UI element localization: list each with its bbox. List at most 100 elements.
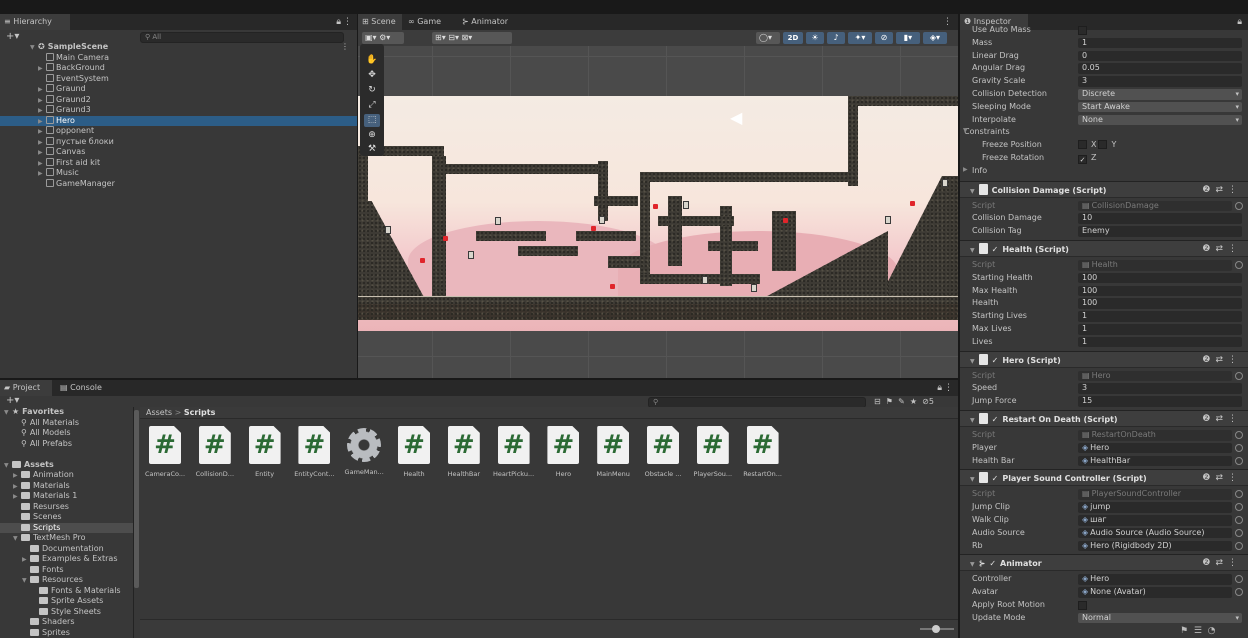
- asset-item[interactable]: # PlayerSou...: [690, 426, 736, 486]
- component-header[interactable]: ▼ ⊱ ✓ Animator ❷⇄⋮: [960, 554, 1248, 572]
- project-tree-item[interactable]: Fonts & Materials: [0, 586, 133, 597]
- tab-scene[interactable]: ⊞ Scene: [358, 14, 402, 30]
- property-field[interactable]: 100: [1078, 298, 1242, 309]
- asset-item[interactable]: # CameraCo...: [142, 426, 188, 486]
- kebab-menu-icon[interactable]: ⋮: [1228, 473, 1242, 483]
- kebab-menu-icon[interactable]: ⋮: [1228, 414, 1242, 424]
- project-tree-item[interactable]: ▼ ★ Favorites: [0, 407, 133, 418]
- asset-item[interactable]: # RestartOn...: [740, 426, 786, 486]
- kebab-menu-icon[interactable]: ⋮: [343, 14, 352, 30]
- hierarchy-item[interactable]: GameManager: [0, 178, 357, 190]
- help-icon[interactable]: ❷: [1202, 185, 1215, 195]
- property-field[interactable]: 0: [1078, 50, 1242, 62]
- kebab-menu-icon[interactable]: ⋮: [1228, 185, 1242, 195]
- property-field[interactable]: 15: [1078, 396, 1242, 407]
- asset-item[interactable]: # Obstacle ...: [640, 426, 686, 486]
- hierarchy-item[interactable]: ▶ First aid kit: [0, 157, 357, 169]
- project-tree-item[interactable]: ▶ Examples & Extras: [0, 554, 133, 565]
- asset-item[interactable]: GameMan...: [341, 426, 387, 486]
- scene-menu-icon[interactable]: ⋮: [341, 42, 349, 53]
- component-enabled-checkbox[interactable]: ✓: [992, 474, 999, 483]
- help-icon[interactable]: ❷: [1202, 355, 1215, 365]
- project-tree-item[interactable]: ▼ TextMesh Pro: [0, 533, 133, 544]
- project-tree-item[interactable]: Style Sheets: [0, 607, 133, 618]
- hidden-count-icon[interactable]: ⊘: [922, 397, 929, 406]
- tab-hierarchy[interactable]: ≡ Hierarchy: [0, 14, 70, 30]
- project-tree-item[interactable]: ▼ Assets: [0, 460, 133, 471]
- render-mode-dropdown[interactable]: ◯▾: [756, 32, 780, 44]
- filter-label-icon[interactable]: ⚑: [886, 397, 893, 406]
- collab-icon[interactable]: ⚑: [1180, 626, 1188, 636]
- object-picker-icon[interactable]: [1235, 431, 1243, 439]
- breadcrumb-scripts[interactable]: Scripts: [184, 408, 216, 417]
- foldout-arrow-icon[interactable]: ▼: [970, 417, 975, 424]
- help-icon[interactable]: ❷: [1202, 473, 1215, 483]
- freeze-position-checkbox[interactable]: [1078, 140, 1087, 150]
- property-field[interactable]: 3: [1078, 383, 1242, 394]
- object-picker-icon[interactable]: [1235, 261, 1243, 269]
- hierarchy-item[interactable]: ▼ ✪ SampleScene ⋮: [0, 42, 357, 53]
- foldout-arrow-icon[interactable]: ▼: [970, 476, 975, 483]
- progress-icon[interactable]: ☰: [1194, 626, 1202, 636]
- foldout-arrow-icon[interactable]: ▼: [970, 358, 975, 365]
- hierarchy-item[interactable]: ▶ Canvas: [0, 147, 357, 158]
- project-tree-item[interactable]: Fonts: [0, 565, 133, 576]
- tab-animator[interactable]: ⊱ Animator: [458, 14, 512, 30]
- kebab-menu-icon[interactable]: ⋮: [944, 380, 953, 396]
- object-picker-icon[interactable]: [1235, 490, 1243, 499]
- hierarchy-item[interactable]: ▶ Graund2: [0, 94, 357, 106]
- object-picker-icon[interactable]: [1235, 371, 1243, 380]
- object-picker-icon[interactable]: [1235, 516, 1243, 524]
- draw-mode-dropdown[interactable]: ▣▾ ⚙▾: [362, 32, 404, 44]
- project-tree-item[interactable]: Documentation: [0, 544, 133, 555]
- grid-snap-dropdown[interactable]: ⊞▾ ⊟▾ ⊠▾: [432, 32, 512, 44]
- property-object-field[interactable]: ◈ Audio Source (Audio Source): [1078, 527, 1232, 539]
- lighting-toggle-icon[interactable]: ☀: [806, 32, 824, 44]
- component-header[interactable]: ▼ Collision Damage (Script) ❷⇄⋮: [960, 180, 1248, 198]
- property-field[interactable]: 1: [1078, 37, 1242, 49]
- project-tree-item[interactable]: ⚲ All Models: [0, 428, 133, 439]
- expand-arrow-icon[interactable]: ▼: [963, 127, 968, 134]
- component-header[interactable]: ▼ ✓ Hero (Script) ❷⇄⋮: [960, 350, 1248, 368]
- property-field[interactable]: 3: [1078, 76, 1242, 87]
- transform-tool-icon[interactable]: ⊕: [364, 129, 380, 142]
- hierarchy-item[interactable]: Main Camera: [0, 52, 357, 64]
- tree-scrollbar[interactable]: [134, 410, 139, 588]
- component-enabled-checkbox[interactable]: ✓: [992, 356, 999, 365]
- filter-tag-icon[interactable]: ✎: [898, 397, 905, 406]
- object-picker-icon[interactable]: [1235, 528, 1243, 537]
- notification-icon[interactable]: ◔: [1208, 626, 1216, 636]
- filter-type-icon[interactable]: ⊟: [874, 397, 881, 406]
- project-tree-item[interactable]: Resurses: [0, 502, 133, 513]
- asset-item[interactable]: # CollisionD...: [192, 426, 238, 486]
- hierarchy-item[interactable]: ▶ opponent: [0, 126, 357, 137]
- kebab-menu-icon[interactable]: ⋮: [1228, 558, 1242, 568]
- property-object-field[interactable]: ◈ Hero (Rigidbody 2D): [1078, 540, 1232, 552]
- property-checkbox[interactable]: [1078, 601, 1087, 610]
- asset-item[interactable]: # HeartPicku...: [491, 426, 537, 486]
- object-picker-icon[interactable]: [1235, 456, 1243, 465]
- property-dropdown[interactable]: Normal: [1078, 612, 1242, 624]
- favorite-icon[interactable]: ★: [910, 397, 917, 406]
- property-field[interactable]: 100: [1078, 272, 1242, 284]
- foldout-arrow-icon[interactable]: ▼: [970, 188, 975, 195]
- project-tree-item[interactable]: ⚲ All Prefabs: [0, 439, 133, 450]
- hierarchy-item[interactable]: ▶ Hero: [0, 115, 357, 126]
- component-header[interactable]: ▼ ✓ Player Sound Controller (Script) ❷⇄⋮: [960, 469, 1248, 487]
- object-picker-icon[interactable]: [1235, 443, 1243, 452]
- property-field[interactable]: 1: [1078, 336, 1242, 348]
- lock-icon[interactable]: 🔒︎: [336, 14, 341, 30]
- component-enabled-checkbox[interactable]: ✓: [989, 559, 996, 568]
- property-object-field[interactable]: ◈ None (Avatar): [1078, 587, 1232, 598]
- gizmos-dropdown[interactable]: ◈▾: [923, 32, 947, 44]
- tab-project[interactable]: ▰ Project: [0, 380, 52, 396]
- scene-visibility-icon[interactable]: ⊘: [875, 32, 893, 44]
- add-object-button[interactable]: +▾: [6, 31, 19, 42]
- asset-item[interactable]: # Health: [391, 426, 437, 486]
- create-asset-button[interactable]: +▾: [6, 395, 19, 406]
- foldout-arrow-icon[interactable]: ▼: [970, 561, 975, 568]
- project-tree-item[interactable]: Sprites: [0, 628, 133, 638]
- property-checkbox[interactable]: [1078, 26, 1087, 35]
- project-tree-item[interactable]: ▼ Resources: [0, 575, 133, 586]
- hierarchy-item[interactable]: ▶ BackGround: [0, 63, 357, 74]
